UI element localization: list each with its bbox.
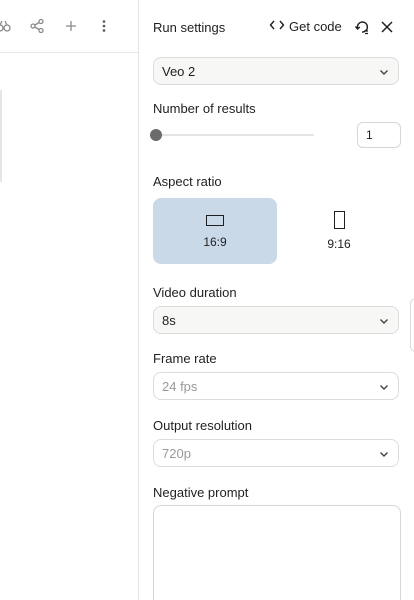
video-duration-select[interactable]: 8s (153, 306, 399, 334)
results-slider-thumb[interactable] (150, 129, 162, 141)
run-settings-panel: Run settings Get code Veo 2 Number of re… (139, 0, 414, 600)
output-resolution-select[interactable]: 720p (153, 439, 399, 467)
chevron-down-icon (378, 315, 390, 327)
panel-header: Run settings Get code (139, 0, 414, 52)
landscape-icon (206, 215, 224, 226)
get-code-label: Get code (289, 19, 342, 34)
negative-prompt-textarea[interactable] (153, 505, 401, 600)
chevron-down-icon (378, 448, 390, 460)
frame-rate-value: 24 fps (162, 378, 198, 394)
close-icon[interactable] (379, 19, 395, 35)
reset-icon[interactable] (354, 19, 370, 35)
left-pane-divider (0, 90, 2, 182)
panel-title: Run settings (153, 20, 226, 35)
results-slider-track[interactable] (156, 134, 314, 136)
left-pane (0, 0, 139, 600)
aspect-ratio-label: Aspect ratio (153, 174, 222, 189)
panel-edge-handle[interactable] (410, 298, 414, 352)
video-duration-label: Video duration (153, 285, 237, 300)
video-duration-value: 8s (162, 312, 176, 328)
aspect-option-label: 16:9 (203, 235, 227, 249)
code-icon (269, 19, 285, 34)
negative-prompt-label: Negative prompt (153, 485, 249, 500)
share-icon[interactable] (29, 18, 45, 34)
number-of-results-label: Number of results (153, 101, 256, 116)
model-select-value: Veo 2 (162, 63, 196, 79)
output-resolution-value: 720p (162, 445, 191, 461)
left-toolbar (0, 0, 138, 53)
get-code-button[interactable]: Get code (269, 19, 342, 34)
app-root: Run settings Get code Veo 2 Number of re… (0, 0, 414, 600)
aspect-option-16-9[interactable]: 16:9 (153, 198, 277, 264)
chevron-down-icon (378, 381, 390, 393)
results-number-value: 1 (366, 128, 373, 142)
compare-icon[interactable] (0, 18, 12, 34)
results-number-input[interactable]: 1 (357, 122, 401, 148)
more-vert-icon[interactable] (96, 18, 112, 34)
chevron-down-icon (378, 66, 390, 78)
add-icon[interactable] (63, 18, 79, 34)
frame-rate-select[interactable]: 24 fps (153, 372, 399, 400)
aspect-option-label: 9:16 (327, 237, 351, 251)
aspect-option-9-16[interactable]: 9:16 (277, 198, 401, 264)
frame-rate-label: Frame rate (153, 351, 217, 366)
portrait-icon (334, 211, 345, 229)
output-resolution-label: Output resolution (153, 418, 253, 433)
model-select[interactable]: Veo 2 (153, 57, 399, 85)
